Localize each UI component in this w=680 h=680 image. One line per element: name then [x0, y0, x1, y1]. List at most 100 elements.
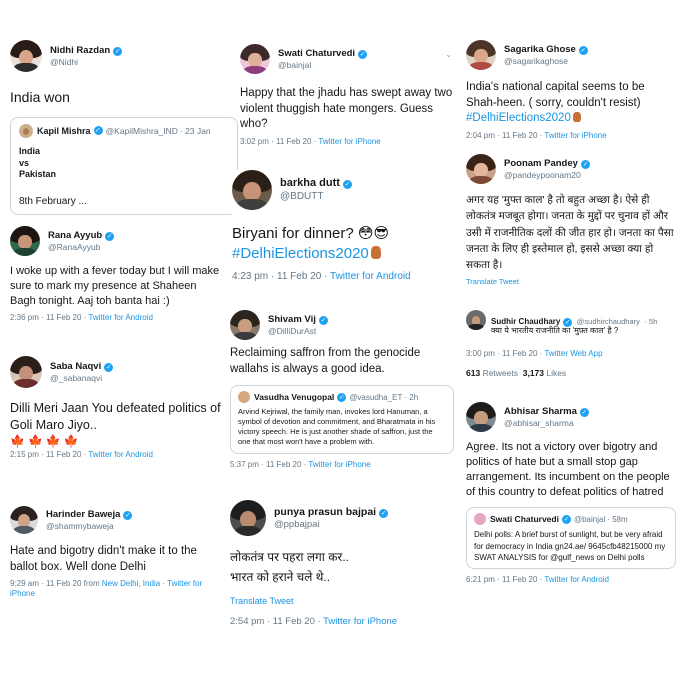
avatar[interactable] — [10, 506, 38, 534]
hashtag-link[interactable]: #DelhiElections2020 — [232, 245, 369, 262]
verified-icon: ✓ — [580, 159, 590, 169]
location-link[interactable]: New Delhi, India — [102, 579, 160, 588]
hashtag-link[interactable]: #DelhiElections2020 — [466, 112, 571, 124]
author-name[interactable]: Saba Naqvi — [50, 361, 101, 372]
tweet-nidhi[interactable]: Nidhi Razdan ✓ @Nidhi India won Kapil Mis… — [10, 40, 238, 215]
verified-icon: ✓ — [342, 179, 352, 189]
author-handle[interactable]: @abhisar_sharma — [504, 418, 589, 429]
source-link[interactable]: Twitter for iPhone — [318, 137, 380, 146]
quoted-author-name: Swati Chaturvedi — [490, 514, 559, 525]
avatar[interactable] — [230, 310, 260, 340]
avatar[interactable] — [10, 40, 42, 72]
quoted-line: India — [19, 145, 41, 156]
tweet-text: I woke up with a fever today but I will … — [10, 265, 220, 307]
author-name[interactable]: punya prasun bajpai — [274, 506, 376, 518]
tweet-sagarika[interactable]: Sagarika Ghose ✓ @sagarikaghose India's n… — [466, 40, 676, 150]
verified-icon: ✓ — [337, 392, 347, 402]
tweet-saba[interactable]: Saba Naqvi ✓ @_sabanaqvi Dilli Meri Jaan … — [10, 356, 222, 491]
avatar[interactable] — [466, 154, 496, 184]
tweet-meta: 3:02 pm · 11 Feb 20 · Twitter for iPhone — [240, 136, 381, 146]
author-name[interactable]: Poonam Pandey — [504, 158, 578, 169]
tweet-text: Agree. Its not a victory over bigotry an… — [466, 441, 670, 498]
author-handle[interactable]: @ppbajpai — [274, 519, 388, 531]
tweet-harinder[interactable]: Harinder Baweja ✓ @shammybaweja Hate and … — [10, 506, 222, 616]
author-name[interactable]: Sagarika Ghose — [504, 44, 576, 55]
author-handle[interactable]: @sudhirchaudhary — [577, 317, 640, 326]
quoted-tweet[interactable]: Swati Chaturvedi ✓ @bainjal · 58m Delhi … — [466, 507, 676, 569]
quoted-line: vs — [19, 157, 30, 168]
author-name[interactable]: Rana Ayyub — [48, 230, 102, 241]
tweet-meta: 6:21 pm · 11 Feb 20 · Twitter for Androi… — [466, 574, 609, 584]
tweet-header: Nidhi Razdan ✓ @Nidhi — [10, 40, 222, 72]
verified-icon: ✓ — [318, 315, 328, 325]
avatar — [19, 123, 33, 138]
chevron-down-icon[interactable]: ⌄ — [445, 50, 452, 59]
translate-tweet-link[interactable]: Translate Tweet — [466, 277, 676, 286]
tweet-swati[interactable]: ⌄ Swati Chaturvedi ✓ @bainjal Happy that … — [240, 44, 458, 159]
author-handle[interactable]: @sagarikaghose — [504, 56, 588, 67]
author-name[interactable]: Shivam Vij — [268, 314, 316, 325]
quoted-tweet[interactable]: Vasudha Venugopal ✓ @vasudha_ET · 2h Arv… — [230, 385, 454, 454]
author-handle[interactable]: @Nidhi — [50, 57, 122, 68]
source-link[interactable]: Twitter for iPhone — [544, 131, 606, 140]
source-link[interactable]: Twitter for Android — [88, 450, 152, 459]
source-link[interactable]: Twitter for Android — [330, 271, 411, 282]
tweet-text: Biryani for dinner? 😳😎 — [232, 225, 390, 242]
retweet-count[interactable]: 613 — [466, 368, 480, 378]
verified-icon: ✓ — [578, 45, 588, 55]
tweet-text: India's national capital seems to be Sha… — [466, 81, 645, 109]
avatar[interactable] — [230, 500, 266, 536]
author-name[interactable]: Abhisar Sharma — [504, 406, 577, 417]
tweet-shivam[interactable]: Shivam Vij ✓ @DilliDurAst Reclaiming saff… — [230, 310, 460, 500]
tweet-meta: 4:23 pm · 11 Feb 20 · Twitter for Androi… — [232, 270, 411, 282]
avatar — [238, 391, 250, 404]
avatar[interactable] — [466, 310, 486, 330]
translate-tweet-link[interactable]: Translate Tweet — [230, 596, 460, 606]
avatar[interactable] — [10, 356, 42, 388]
like-count[interactable]: 3,173 — [523, 368, 544, 378]
maple-leaf-icon: 🍁🍁🍁🍁 — [10, 433, 82, 448]
avatar[interactable] — [466, 402, 496, 432]
avatar[interactable] — [240, 44, 270, 74]
tweet-text: India won — [10, 89, 70, 105]
tweet-rana[interactable]: Rana Ayyub ✓ @RanaAyyub I woke up with a … — [10, 226, 222, 346]
tweet-meta: 2:15 pm · 11 Feb 20 · Twitter for Androi… — [10, 449, 153, 459]
source-link[interactable]: Twitter Web App — [544, 349, 602, 358]
tweet-text: अगर यह 'मुफ्त काल' है तो बहुत अच्छा है। … — [466, 194, 674, 272]
tweet-meta: 2:36 pm · 11 Feb 20 · Twitter for Androi… — [10, 312, 153, 322]
tweet-meta: 5:37 pm · 11 Feb 20 · Twitter for iPhone — [230, 459, 371, 469]
quoted-time: · 58m — [607, 514, 628, 524]
avatar[interactable] — [10, 226, 40, 256]
author-handle[interactable]: @_sabanaqvi — [50, 373, 113, 384]
source-link[interactable]: Twitter for iPhone — [308, 460, 370, 469]
author-handle[interactable]: @RanaAyyub — [48, 242, 114, 253]
quoted-author-name: Vasudha Venugopal — [254, 392, 335, 403]
author-name[interactable]: Swati Chaturvedi — [278, 48, 355, 59]
author-name[interactable]: Sudhir Chaudhary — [491, 317, 560, 326]
author-name[interactable]: barkha dutt — [280, 177, 340, 189]
avatar[interactable] — [466, 40, 496, 70]
quoted-author-handle: @bainjal — [573, 514, 606, 524]
verified-icon: ✓ — [105, 231, 115, 241]
verified-icon: ✓ — [379, 508, 389, 518]
avatar[interactable] — [232, 170, 272, 210]
source-link[interactable]: Twitter for iPhone — [323, 616, 397, 627]
tweet-poonam[interactable]: Poonam Pandey ✓ @pandeypoonam20 अगर यह 'म… — [466, 154, 676, 299]
author-handle[interactable]: @bainjal — [278, 60, 367, 71]
tweet-text: Dilli Meri Jaan You defeated politics of… — [10, 401, 221, 432]
author-handle[interactable]: @BDUTT — [280, 191, 352, 204]
source-link[interactable]: Twitter for Android — [88, 313, 152, 322]
tweet-punya[interactable]: punya prasun bajpai ✓ @ppbajpai लोकतंत्र … — [230, 500, 460, 640]
author-handle[interactable]: @DilliDurAst — [268, 326, 328, 337]
verified-icon: ✓ — [561, 514, 571, 524]
tweet-barkha[interactable]: barkha dutt ✓ @BDUTT Biryani for dinner? … — [232, 170, 460, 295]
author-name[interactable]: Nidhi Razdan — [50, 45, 110, 56]
source-link[interactable]: Twitter for Android — [544, 575, 608, 584]
quoted-tweet[interactable]: Kapil Mishra ✓ @KapilMishra_IND · 23 Jan… — [10, 116, 238, 215]
author-name[interactable]: Harinder Baweja — [46, 509, 120, 520]
quoted-text: Delhi polls: A brief burst of sunlight, … — [474, 530, 666, 562]
author-handle[interactable]: @shammybaweja — [46, 521, 132, 532]
author-handle[interactable]: @pandeypoonam20 — [504, 170, 590, 181]
tweet-sudhir[interactable]: Sudhir Chaudhary ✓ @sudhirchaudhary · 5h … — [466, 310, 676, 395]
tweet-abhisar[interactable]: Abhisar Sharma ✓ @abhisar_sharma Agree. I… — [466, 402, 676, 617]
